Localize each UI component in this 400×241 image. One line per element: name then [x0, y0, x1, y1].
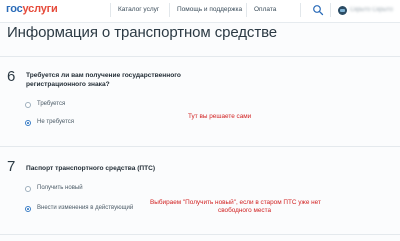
gosuslugi-logo[interactable]: госуслуги: [6, 3, 58, 15]
option-label-get-new[interactable]: Получить новый: [37, 185, 83, 191]
option-label-required[interactable]: Требуется: [37, 101, 65, 107]
nav-divider: [300, 3, 301, 17]
question-text-line: Требуется ли вам получение государственн…: [26, 72, 181, 79]
question-text-line: Паспорт транспортного средства (ПТС): [26, 165, 156, 172]
nav-divider: [169, 3, 170, 17]
annotation-note: Тут вы решаете сами: [188, 113, 252, 120]
nav-divider: [246, 3, 247, 17]
logo-part-2: услуги: [22, 3, 58, 15]
page: госуслуги Каталог услуг Помощь и поддерж…: [0, 0, 400, 241]
option-label-not-required[interactable]: Не требуется: [37, 119, 74, 125]
nav-divider: [110, 3, 111, 17]
top-bar: госуслуги Каталог услуг Помощь и поддерж…: [0, 0, 400, 23]
search-icon[interactable]: [312, 4, 324, 16]
question-text: Паспорт транспортного средства (ПТС): [26, 165, 155, 174]
question-text: Требуется ли вам получение государственн…: [26, 72, 181, 89]
option-label-modify-existing[interactable]: Внести изменения в действующий: [37, 205, 133, 211]
question-text-line: регистрационного знака?: [26, 80, 110, 88]
annotation-note: Выбираем "Получить новый", если в старом…: [150, 199, 321, 214]
radio-get-new[interactable]: [25, 186, 31, 192]
question-number: 7: [7, 158, 16, 175]
divider: [0, 234, 400, 235]
divider: [0, 56, 400, 57]
nav-payment-link[interactable]: Оплата: [254, 6, 276, 13]
radio-required[interactable]: [25, 102, 31, 108]
question-number: 6: [7, 68, 16, 85]
annotation-line: свободного места: [218, 206, 272, 214]
radio-not-required[interactable]: [25, 120, 31, 126]
nav-help-link[interactable]: Помощь и поддержка: [177, 6, 242, 13]
nav-catalog-link[interactable]: Каталог услуг: [118, 6, 159, 13]
annotation-line: Выбираем "Получить новый", если в старом…: [150, 199, 321, 206]
logo-part-1: гос: [6, 3, 23, 15]
divider: [0, 146, 400, 147]
radio-modify-existing[interactable]: [25, 206, 31, 212]
user-name[interactable]: Скрыто Скрыто: [350, 7, 396, 13]
nav-divider: [330, 3, 331, 17]
page-title: Информация о транспортном средстве: [7, 24, 278, 41]
avatar[interactable]: [338, 6, 347, 15]
